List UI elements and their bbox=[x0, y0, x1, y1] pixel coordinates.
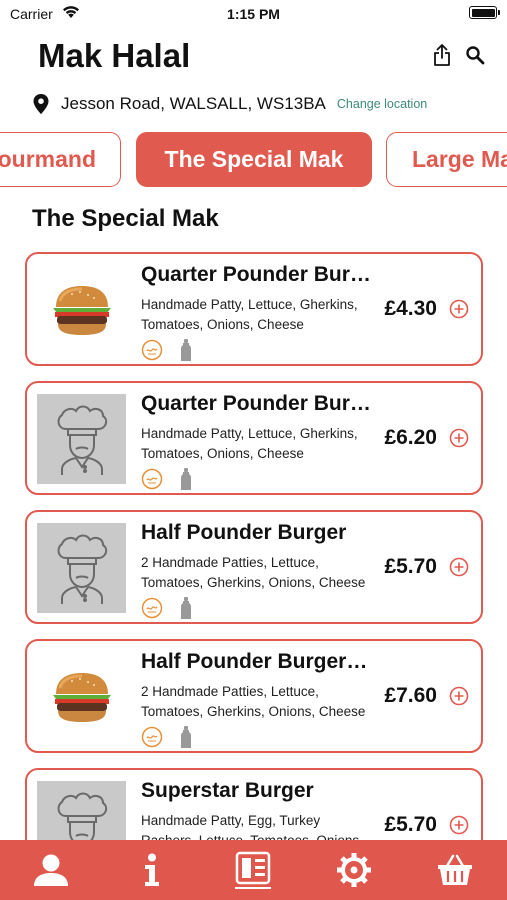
menu-item-card[interactable]: Half Pounder Burger 2 Handmade Patties, L… bbox=[25, 510, 483, 624]
add-icon[interactable] bbox=[449, 557, 469, 577]
status-time: 1:15 PM bbox=[227, 6, 280, 22]
add-icon[interactable] bbox=[449, 815, 469, 835]
page-title: Mak Halal bbox=[38, 37, 191, 74]
nav-profile[interactable] bbox=[0, 840, 101, 900]
halal-icon bbox=[141, 339, 163, 361]
item-price: £4.30 bbox=[384, 297, 437, 320]
pin-icon bbox=[33, 94, 49, 114]
menu-item-card[interactable]: Quarter Pounder Burger Meal Handmade Patt… bbox=[25, 381, 483, 495]
bottle-icon bbox=[181, 726, 191, 748]
nav-menu[interactable] bbox=[202, 840, 303, 900]
menu-item-card[interactable]: Superstar Burger Handmade Patty, Egg, Tur… bbox=[25, 768, 483, 840]
category-tabs: Gourmand The Special Mak Large Mak bbox=[0, 132, 507, 188]
bottom-nav bbox=[0, 840, 507, 900]
add-icon[interactable] bbox=[449, 299, 469, 319]
nav-basket[interactable] bbox=[404, 840, 505, 900]
nav-info[interactable] bbox=[101, 840, 202, 900]
item-name: Quarter Pounder Burger bbox=[141, 263, 371, 286]
tab-gourmand[interactable]: Gourmand bbox=[0, 132, 121, 187]
halal-icon bbox=[141, 726, 163, 748]
item-price: £5.70 bbox=[384, 555, 437, 578]
search-icon[interactable] bbox=[465, 45, 485, 65]
info-icon bbox=[144, 853, 159, 886]
settings-icon bbox=[336, 853, 371, 887]
item-price: £6.20 bbox=[384, 426, 437, 449]
item-name: Superstar Burger bbox=[141, 779, 314, 802]
item-badges bbox=[141, 339, 191, 361]
status-bar: Carrier 1:15 PM bbox=[0, 0, 507, 30]
chef-placeholder-image bbox=[37, 523, 126, 613]
item-description: 2 Handmade Patties, Lettuce, Tomatoes, G… bbox=[141, 684, 366, 719]
add-icon[interactable] bbox=[449, 428, 469, 448]
nav-settings[interactable] bbox=[303, 840, 404, 900]
bottle-icon bbox=[181, 597, 191, 619]
user-icon bbox=[33, 854, 68, 886]
tab-large-mak[interactable]: Large Mak bbox=[386, 132, 507, 187]
burger-photo bbox=[37, 265, 126, 355]
location-address: Jesson Road, WALSALL, WS13BA bbox=[61, 94, 326, 113]
chef-placeholder-image bbox=[37, 781, 126, 840]
location-row: Jesson Road, WALSALL, WS13BA Change loca… bbox=[33, 92, 427, 116]
halal-icon bbox=[141, 597, 163, 619]
section-title: The Special Mak bbox=[32, 205, 219, 232]
share-icon[interactable] bbox=[433, 43, 451, 67]
item-description: Handmade Patty, Lettuce, Gherkins, Tomat… bbox=[141, 297, 358, 332]
item-name: Half Pounder Burger Meal bbox=[141, 650, 371, 673]
menu-item-card[interactable]: Half Pounder Burger Meal 2 Handmade Patti… bbox=[25, 639, 483, 753]
menu-icon bbox=[234, 851, 271, 889]
item-description: Handmade Patty, Lettuce, Gherkins, Tomat… bbox=[141, 426, 358, 461]
menu-list[interactable]: Quarter Pounder Burger Handmade Patty, Le… bbox=[0, 252, 507, 840]
halal-icon bbox=[141, 468, 163, 490]
burger-photo bbox=[37, 652, 126, 742]
item-badges bbox=[141, 468, 191, 490]
basket-icon bbox=[437, 854, 472, 885]
item-name: Half Pounder Burger bbox=[141, 521, 347, 544]
item-badges bbox=[141, 597, 191, 619]
item-description: Handmade Patty, Egg, Turkey Rashers, Let… bbox=[141, 813, 359, 840]
battery-icon bbox=[469, 6, 500, 19]
bottle-icon bbox=[181, 468, 191, 490]
bottle-icon bbox=[181, 339, 191, 361]
item-price: £5.70 bbox=[384, 813, 437, 836]
item-price: £7.60 bbox=[384, 684, 437, 707]
add-icon[interactable] bbox=[449, 686, 469, 706]
item-badges bbox=[141, 726, 191, 748]
menu-item-card[interactable]: Quarter Pounder Burger Handmade Patty, Le… bbox=[25, 252, 483, 366]
item-description: 2 Handmade Patties, Lettuce, Tomatoes, G… bbox=[141, 555, 366, 590]
item-name: Quarter Pounder Burger Meal bbox=[141, 392, 371, 415]
change-location-link[interactable]: Change location bbox=[337, 97, 427, 111]
chef-placeholder-image bbox=[37, 394, 126, 484]
tab-the-special-mak[interactable]: The Special Mak bbox=[136, 132, 372, 187]
